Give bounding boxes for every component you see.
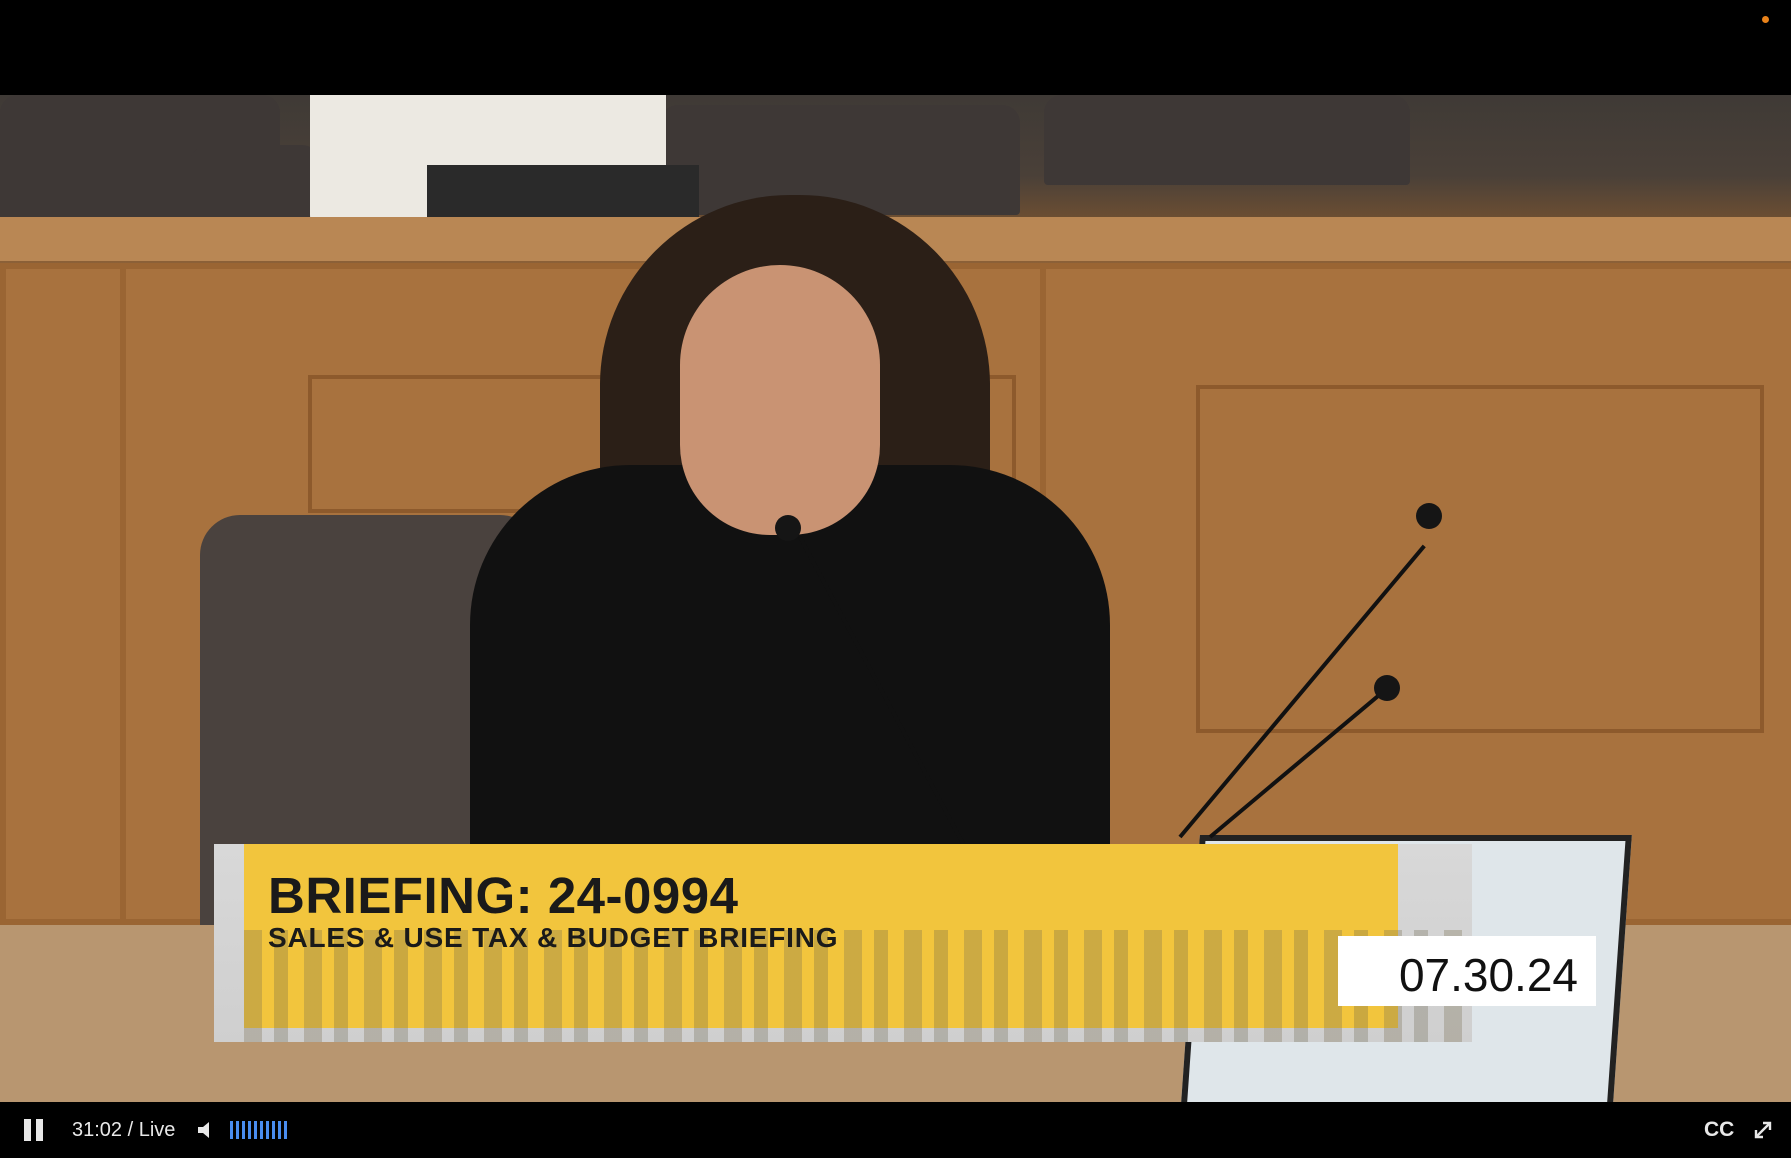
expand-icon[interactable] xyxy=(1752,1102,1774,1158)
volume-icon[interactable] xyxy=(196,1102,216,1158)
wood-panel-inset xyxy=(1196,385,1764,733)
microphone-head xyxy=(1374,675,1400,701)
video-player[interactable]: BRIEFING: 24-0994 SALES & USE TAX & BUDG… xyxy=(0,0,1791,1158)
background-chair xyxy=(1044,95,1410,185)
speaker-face xyxy=(680,265,880,535)
pause-icon[interactable] xyxy=(24,1102,48,1158)
date-text: 07.30.24 xyxy=(1398,949,1578,1001)
volume-slider[interactable] xyxy=(230,1102,290,1158)
wood-panel xyxy=(0,263,132,925)
time-display: 31:02 / Live xyxy=(72,1118,176,1141)
lower-third-subtitle: SALES & USE TAX & BUDGET BRIEFING xyxy=(268,922,839,953)
date-box: 07.30.24 xyxy=(1338,936,1596,1006)
microphone-head xyxy=(775,515,801,541)
microphone-head xyxy=(1416,503,1442,529)
live-indicator xyxy=(1762,16,1769,23)
closed-captions-button[interactable]: CC xyxy=(1704,1102,1734,1158)
control-bar: 31:02 / Live CC xyxy=(0,1102,1791,1158)
lower-third-title: BRIEFING: 24-0994 xyxy=(268,867,739,924)
